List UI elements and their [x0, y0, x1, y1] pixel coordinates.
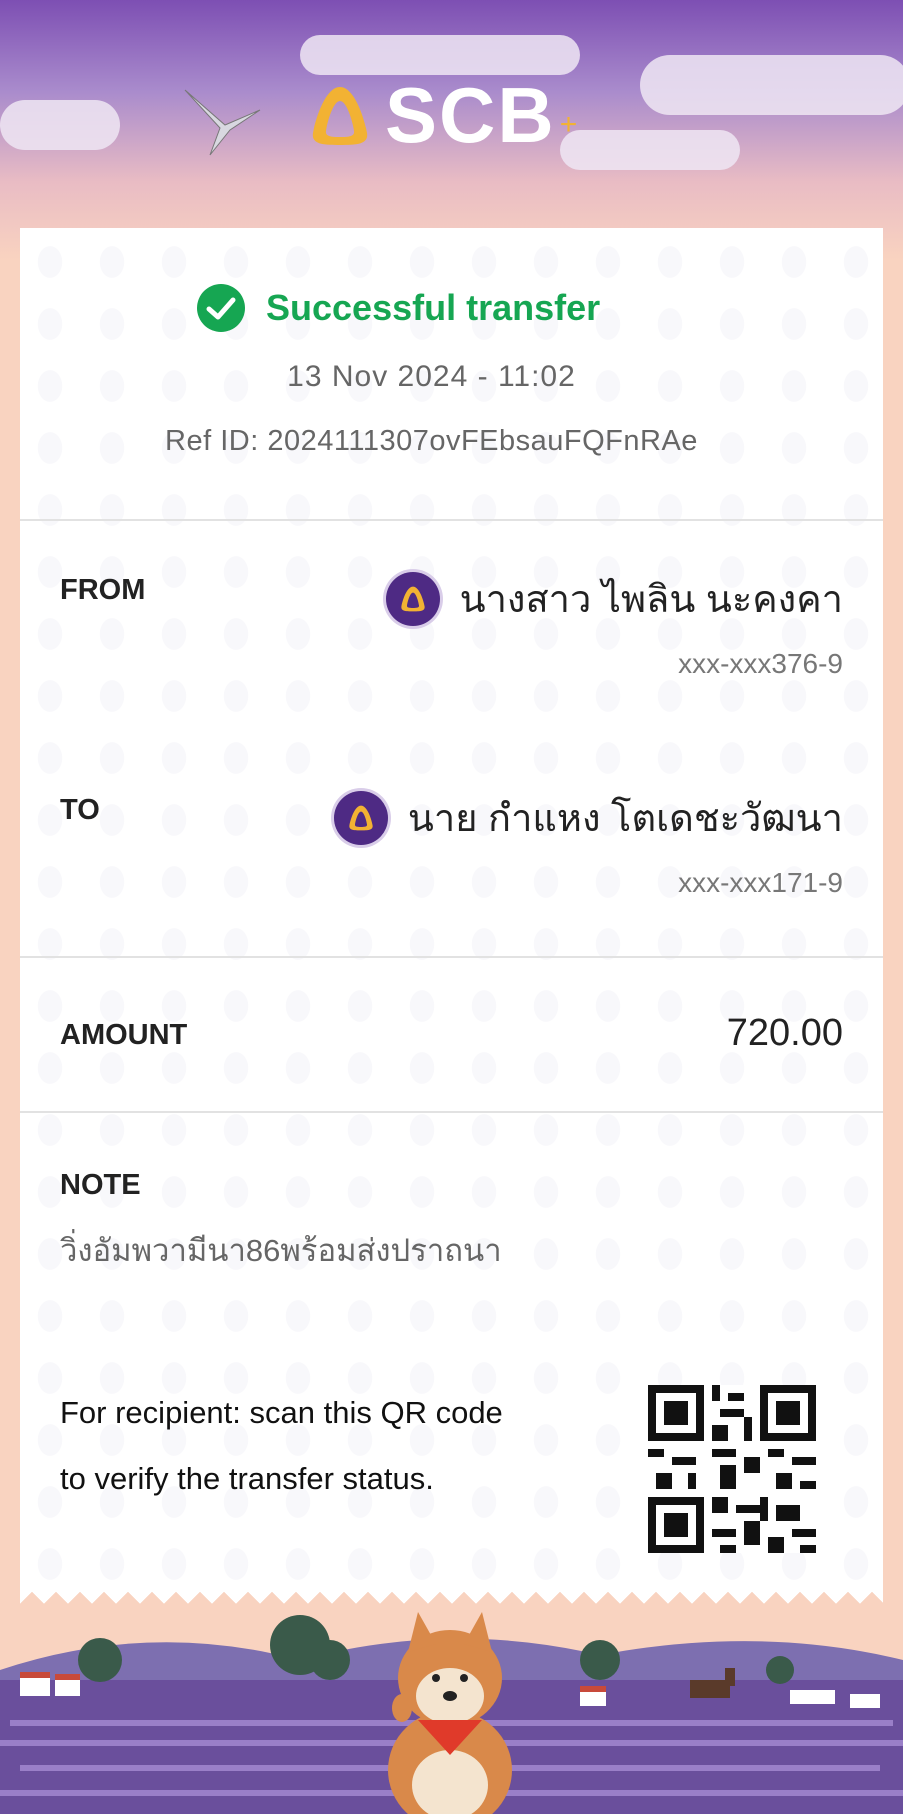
note-label: NOTE: [60, 1169, 141, 1201]
to-label: TO: [60, 794, 100, 826]
transfer-date: 13 Nov 2024 - 11:02: [287, 360, 576, 393]
to-name: นาย กำแหง โตเดชะวัฒนา: [333, 787, 843, 848]
from-account: xxx-xxx376-9: [678, 648, 843, 679]
check-circle-icon: [197, 284, 245, 332]
to-name-text: นาย กำแหง โตเดชะวัฒนา: [407, 798, 843, 840]
cloud: [300, 35, 580, 75]
from-label: FROM: [60, 574, 146, 606]
logo-text: SCB: [385, 71, 556, 159]
bank-logo-icon: [333, 790, 388, 845]
amount-label: AMOUNT: [60, 1019, 188, 1051]
divider: [20, 956, 883, 958]
cloud: [640, 55, 903, 115]
bank-logo-icon: [385, 571, 440, 626]
landscape-illustration: [0, 1612, 903, 1814]
qr-code[interactable]: [648, 1385, 816, 1553]
cloud: [0, 100, 120, 150]
status-text: Successful transfer: [266, 287, 601, 328]
from-name: นางสาว ไพลิน นะคงคา: [385, 568, 843, 629]
reference-id: Ref ID: 2024111307ovFEbsauFQFnRAe: [165, 425, 698, 457]
divider: [20, 519, 883, 521]
cloud: [560, 130, 740, 170]
amount-value: 720.00: [726, 1012, 843, 1054]
bird-icon: [184, 89, 261, 156]
scb-logo: SCB +: [305, 70, 577, 161]
status-row: Successful transfer: [196, 283, 600, 333]
to-account: xxx-xxx171-9: [678, 867, 843, 898]
plus-icon: +: [559, 107, 578, 141]
note-text: วิ่งอัมพวามีนา86พร้อมส่งปราถนา: [60, 1233, 502, 1268]
divider: [20, 1111, 883, 1113]
recipient-instructions: For recipient: scan this QR code to veri…: [60, 1395, 503, 1496]
scb-shell-icon: [312, 86, 368, 145]
from-name-text: นางสาว ไพลิน นะคงคา: [459, 579, 843, 621]
